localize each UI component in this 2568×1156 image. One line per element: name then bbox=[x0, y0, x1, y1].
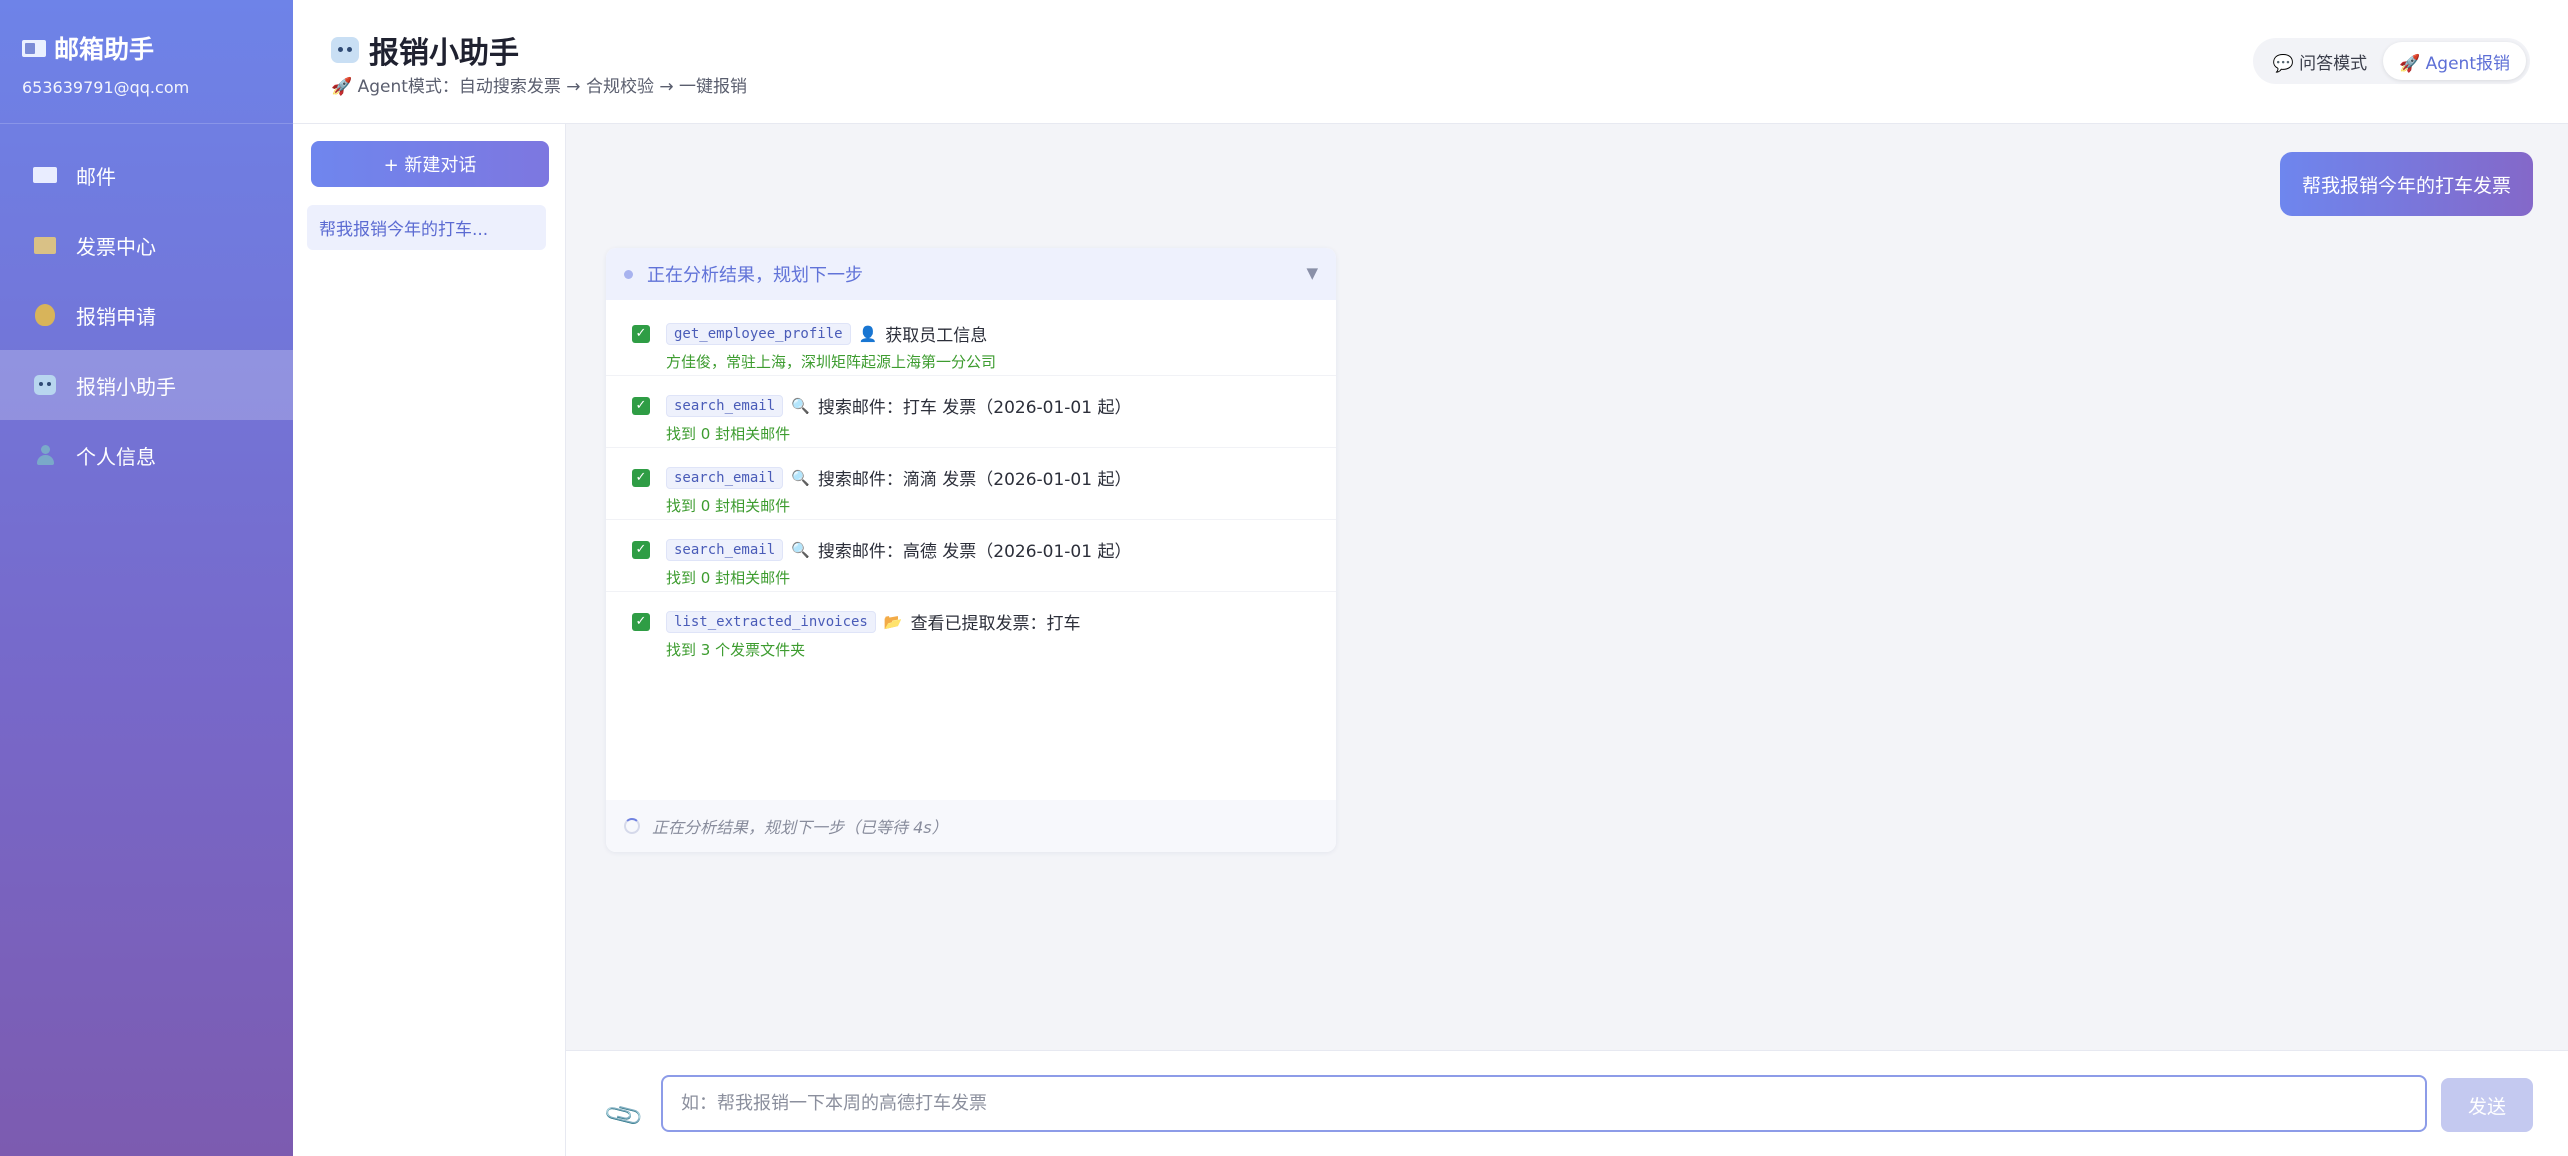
sidebar-item-invoice-center[interactable]: 发票中心 bbox=[0, 210, 293, 280]
sidebar-item-assistant[interactable]: 报销小助手 bbox=[0, 350, 293, 420]
step-result: 找到 3 个发票文件夹 bbox=[666, 641, 806, 659]
tool-name-tag: search_email bbox=[666, 394, 784, 417]
step-description: 搜索邮件：高德 发票（2026-01-01 起） bbox=[817, 542, 1132, 562]
person-icon: 👤 bbox=[858, 324, 878, 343]
agent-step: ✓ search_email 🔍 搜索邮件：打车 发票（2026-01-01 起… bbox=[606, 376, 1336, 448]
page-header: 报销小助手 🚀 Agent模式：自动搜索发票 → 合规校验 → 一键报销 💬 问… bbox=[293, 0, 2568, 124]
search-icon: 🔍 bbox=[791, 396, 810, 415]
sidebar-item-label: 个人信息 bbox=[76, 444, 156, 469]
sidebar-item-label: 发票中心 bbox=[76, 234, 156, 259]
status-dot-icon bbox=[624, 269, 633, 279]
sidebar: 邮箱助手 653639791@qq.com 邮件 发票中心 报销申请 报销小助手… bbox=[0, 0, 293, 1156]
check-icon: ✓ bbox=[632, 396, 650, 415]
sidebar-item-reimbursement[interactable]: 报销申请 bbox=[0, 280, 293, 350]
money-bag-icon bbox=[32, 304, 58, 326]
mode-switch: 💬 问答模式 🚀 Agent报销 bbox=[2252, 38, 2530, 84]
folder-icon bbox=[32, 234, 58, 256]
check-icon: ✓ bbox=[632, 540, 650, 559]
search-icon: 🔍 bbox=[791, 468, 810, 487]
tool-name-tag: list_extracted_invoices bbox=[666, 610, 876, 633]
message-composer: 📎 发送 bbox=[566, 1050, 2568, 1156]
agent-waiting-status: 正在分析结果，规划下一步（已等待 4s） bbox=[606, 800, 1336, 852]
check-icon: ✓ bbox=[632, 612, 650, 631]
step-result: 找到 0 封相关邮件 bbox=[666, 497, 791, 515]
sidebar-item-mail[interactable]: 邮件 bbox=[0, 140, 293, 210]
agent-step: ✓ search_email 🔍 搜索邮件：滴滴 发票（2026-01-01 起… bbox=[606, 448, 1336, 520]
user-message-bubble: 帮我报销今年的打车发票 bbox=[2279, 152, 2533, 216]
agent-steps: ✓ get_employee_profile 👤 获取员工信息 方佳俊，常驻上海… bbox=[606, 300, 1336, 664]
brand: 邮箱助手 653639791@qq.com bbox=[0, 0, 293, 124]
agent-progress-card: 正在分析结果，规划下一步 ▼ ✓ get_employee_profile 👤 … bbox=[606, 248, 1336, 852]
sidebar-item-label: 报销小助手 bbox=[76, 374, 176, 399]
step-result: 找到 0 封相关邮件 bbox=[666, 425, 791, 443]
step-result: 找到 0 封相关邮件 bbox=[666, 569, 791, 587]
qa-mode-button[interactable]: 💬 问答模式 bbox=[2257, 42, 2384, 80]
sidebar-item-label: 邮件 bbox=[76, 164, 116, 189]
page-title-text: 报销小助手 bbox=[369, 36, 519, 71]
mail-icon bbox=[22, 39, 46, 57]
send-button[interactable]: 发送 bbox=[2441, 1078, 2533, 1132]
agent-step: ✓ list_extracted_invoices 📂 查看已提取发票：打车 找… bbox=[606, 592, 1336, 664]
tool-name-tag: get_employee_profile bbox=[666, 322, 851, 345]
collapse-caret-icon[interactable]: ▼ bbox=[1306, 264, 1318, 282]
conversation-item[interactable]: 帮我报销今年的打车... bbox=[307, 205, 546, 250]
step-description: 查看已提取发票：打车 bbox=[910, 614, 1081, 634]
agent-mode-button[interactable]: 🚀 Agent报销 bbox=[2383, 42, 2526, 80]
check-icon: ✓ bbox=[632, 468, 650, 487]
message-input[interactable] bbox=[661, 1075, 2427, 1132]
agent-status-text: 正在分析结果，规划下一步 bbox=[647, 265, 863, 286]
agent-status-header[interactable]: 正在分析结果，规划下一步 ▼ bbox=[606, 248, 1336, 300]
sidebar-item-label: 报销申请 bbox=[76, 304, 156, 329]
agent-step: ✓ get_employee_profile 👤 获取员工信息 方佳俊，常驻上海… bbox=[606, 304, 1336, 376]
tool-name-tag: search_email bbox=[666, 466, 784, 489]
step-result: 方佳俊，常驻上海，深圳矩阵起源上海第一分公司 bbox=[666, 353, 997, 371]
person-icon bbox=[32, 444, 58, 466]
page-subtitle: 🚀 Agent模式：自动搜索发票 → 合规校验 → 一键报销 bbox=[331, 77, 747, 97]
step-description: 搜索邮件：滴滴 发票（2026-01-01 起） bbox=[817, 470, 1132, 490]
app-title: 邮箱助手 bbox=[54, 35, 155, 64]
check-icon: ✓ bbox=[632, 324, 650, 343]
sidebar-nav: 邮件 发票中心 报销申请 报销小助手 个人信息 bbox=[0, 140, 293, 490]
tool-name-tag: search_email bbox=[666, 538, 784, 561]
conversation-list: + 新建对话 帮我报销今年的打车... bbox=[293, 124, 566, 1156]
folder-icon: 📂 bbox=[883, 612, 903, 631]
page-title: 报销小助手 bbox=[331, 28, 519, 72]
paperclip-icon[interactable]: 📎 bbox=[602, 1094, 646, 1137]
agent-step: ✓ search_email 🔍 搜索邮件：高德 发票（2026-01-01 起… bbox=[606, 520, 1336, 592]
loading-spinner-icon bbox=[624, 818, 640, 834]
mail-icon bbox=[32, 164, 58, 186]
waiting-text: 正在分析结果，规划下一步（已等待 4s） bbox=[652, 818, 948, 837]
sidebar-item-profile[interactable]: 个人信息 bbox=[0, 420, 293, 490]
chat-area: 帮我报销今年的打车发票 正在分析结果，规划下一步 ▼ ✓ get_employe… bbox=[566, 124, 2568, 1050]
step-description: 搜索邮件：打车 发票（2026-01-01 起） bbox=[817, 398, 1132, 418]
new-chat-button[interactable]: + 新建对话 bbox=[311, 141, 549, 187]
user-email: 653639791@qq.com bbox=[22, 78, 190, 97]
search-icon: 🔍 bbox=[791, 540, 810, 559]
robot-icon bbox=[32, 374, 58, 396]
step-description: 获取员工信息 bbox=[885, 326, 988, 346]
robot-icon bbox=[331, 37, 359, 63]
